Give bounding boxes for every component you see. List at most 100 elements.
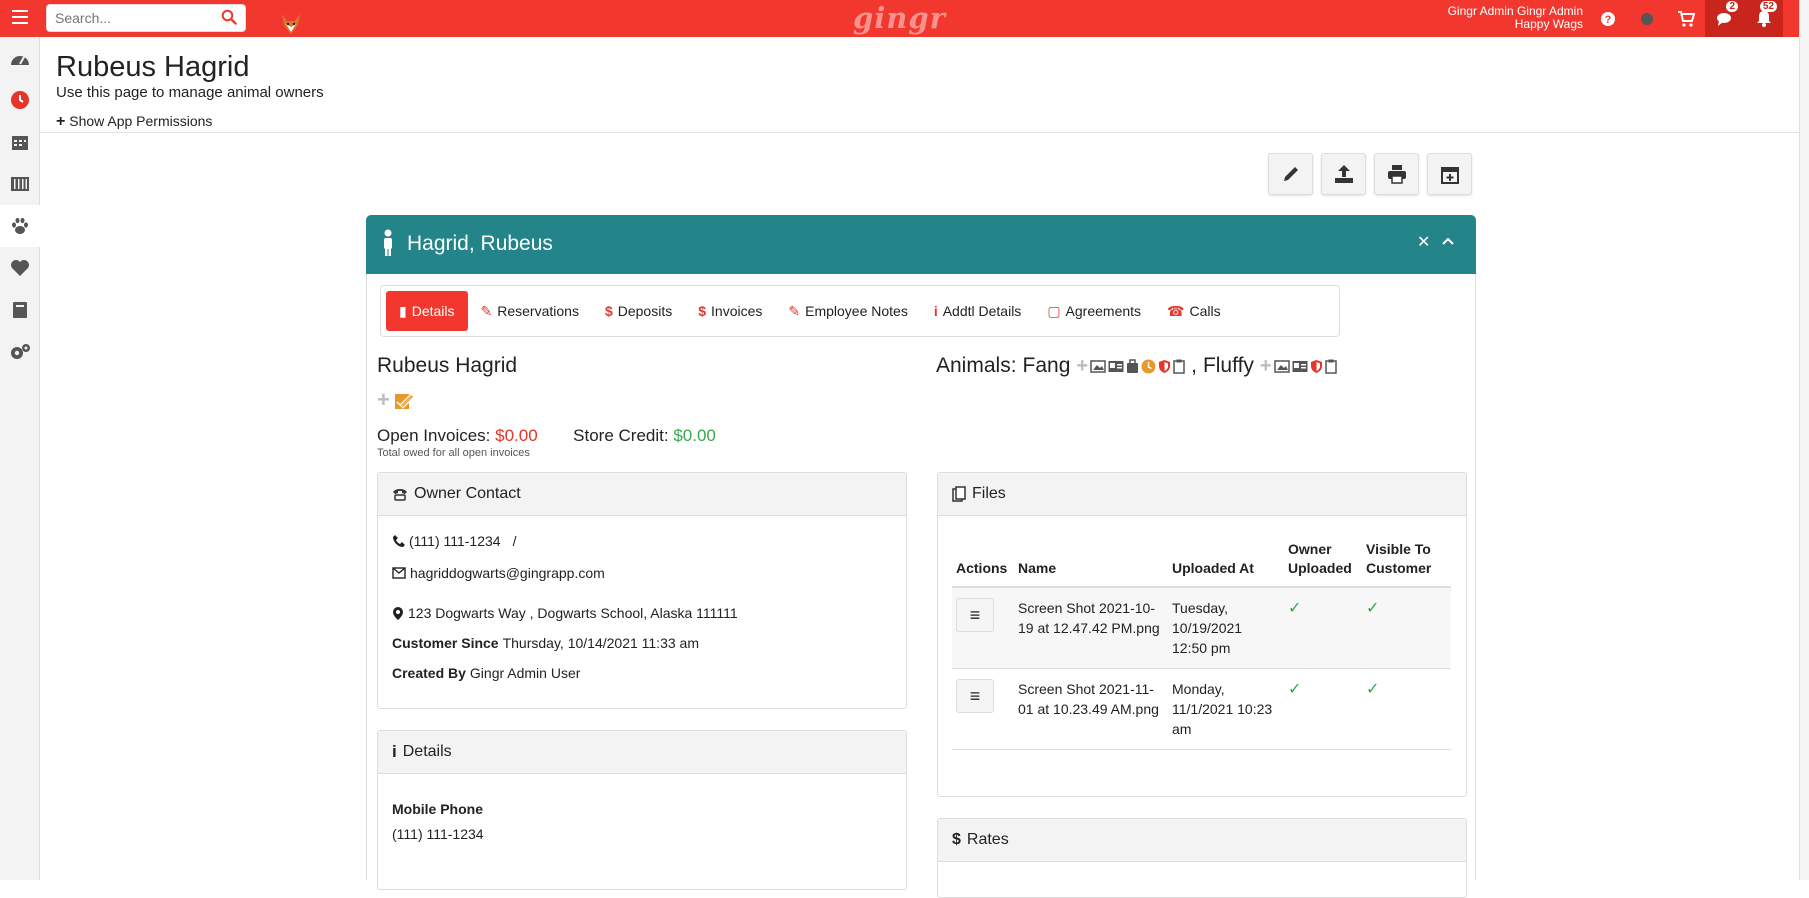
page-header: Rubeus Hagrid Use this page to manage an…: [40, 37, 1799, 133]
rates-title: Rates: [966, 831, 1009, 848]
scrollbar[interactable]: [1799, 0, 1809, 880]
file-name-cell[interactable]: Screen Shot 2021-10-19 at 12.47.42 PM.pn…: [1014, 587, 1168, 669]
sidebar-item-barcode[interactable]: [0, 163, 40, 205]
owner-panel-title: Hagrid, Rubeus: [407, 232, 553, 255]
person-icon: [382, 229, 394, 262]
gingr-logo[interactable]: gingr: [853, 1, 946, 35]
cart-icon[interactable]: [1666, 0, 1705, 37]
column-header[interactable]: Visible To Customer: [1362, 536, 1451, 588]
help-icon[interactable]: ?: [1588, 0, 1627, 37]
sidebar-item-calendar[interactable]: [0, 121, 40, 163]
files-icon: [952, 486, 966, 502]
tab-label: Invoices: [711, 303, 763, 319]
user-info[interactable]: Gingr Admin Gingr Admin Happy Wags: [1448, 5, 1583, 31]
file-name-cell[interactable]: Screen Shot 2021-11-01 at 10.23.49 AM.pn…: [1014, 668, 1168, 750]
owner-actions: [1268, 153, 1472, 195]
clipboard-icon: [1173, 359, 1185, 374]
status-dot-icon[interactable]: [1627, 0, 1666, 37]
hamburger-menu-icon[interactable]: [8, 6, 32, 30]
book-icon: [13, 302, 27, 318]
row-menu-icon[interactable]: ≡: [956, 598, 994, 632]
add-icon[interactable]: +: [377, 389, 390, 411]
plus-icon: +: [56, 113, 66, 130]
owner-tabs: ▮ Details ✎ Reservations $ Deposits $ Invoic…: [380, 285, 1340, 337]
check-icon: ✓: [1288, 681, 1302, 698]
open-invoices-value[interactable]: $0.00: [495, 426, 538, 445]
sidebar-item-clock[interactable]: [0, 79, 40, 121]
check-icon: ✓: [1366, 600, 1380, 617]
tab-agreements[interactable]: ▢ Agreements: [1034, 291, 1154, 331]
phone-icon: ☎: [1167, 302, 1185, 319]
sidebar-item-dashboard[interactable]: [0, 37, 40, 79]
edit-icon: ✎: [480, 302, 493, 319]
tab-label: Deposits: [617, 303, 673, 319]
tab-deposits[interactable]: $ Deposits: [592, 291, 685, 331]
animal-link[interactable]: Fluffy: [1203, 354, 1254, 378]
shield-icon: [1310, 359, 1322, 373]
animal-link[interactable]: Fang: [1023, 354, 1071, 378]
print-button[interactable]: [1374, 153, 1419, 195]
phone-separator: /: [512, 533, 517, 549]
column-header[interactable]: Name: [1014, 536, 1168, 588]
info-icon: i: [933, 303, 938, 319]
telephone-icon: [392, 487, 408, 501]
bell-icon[interactable]: 52: [1744, 0, 1783, 37]
animal-fluffy-icons: +: [1260, 355, 1337, 378]
column-header[interactable]: Actions: [952, 536, 1014, 588]
created-by-label: Created By: [392, 665, 466, 681]
tab-employee-notes[interactable]: ✎ Employee Notes: [775, 291, 920, 331]
show-permissions-link[interactable]: + Show App Permissions: [56, 113, 212, 131]
upload-button[interactable]: [1321, 153, 1366, 195]
sign-document-icon[interactable]: [394, 390, 416, 410]
sidebar-item-reports[interactable]: [0, 289, 40, 331]
bag-icon: [1127, 358, 1139, 373]
search-icon[interactable]: [221, 9, 237, 30]
owner-contact-card: Owner Contact (111) 111-1234 / hagriddog…: [377, 472, 907, 709]
edit-owner-button[interactable]: [1268, 153, 1313, 195]
search-input[interactable]: [55, 8, 215, 28]
row-menu-icon[interactable]: ≡: [956, 679, 994, 713]
column-header[interactable]: Uploaded At: [1168, 536, 1284, 588]
animals-label: Animals:: [936, 354, 1017, 377]
tab-invoices[interactable]: $ Invoices: [685, 291, 775, 331]
collapse-chevron-icon[interactable]: [1442, 232, 1454, 250]
store-credit-value: $0.00: [673, 426, 716, 445]
close-icon[interactable]: ✕: [1417, 232, 1430, 252]
owner-panel-header: Hagrid, Rubeus ✕: [366, 215, 1476, 274]
column-header[interactable]: Owner Uploaded: [1284, 536, 1362, 588]
files-table: Actions Name Uploaded At Owner Uploaded …: [952, 536, 1451, 750]
phone-link[interactable]: (111) 111-1234: [409, 533, 501, 549]
files-header: Files: [938, 473, 1466, 516]
top-icons: ? 2 52: [1588, 0, 1783, 37]
mobile-phone-label: Mobile Phone: [392, 801, 483, 817]
tab-reservations[interactable]: ✎ Reservations: [468, 291, 592, 331]
open-invoices-label: Open Invoices:: [377, 426, 491, 445]
email-link[interactable]: hagriddogwarts@gingrapp.com: [410, 565, 605, 581]
fox-mascot-icon: [280, 12, 302, 36]
animals-list: Animals: Fang + , Fluffy +: [936, 354, 1337, 378]
sidebar-item-favorites[interactable]: [0, 247, 40, 289]
tab-calls[interactable]: ☎ Calls: [1154, 291, 1234, 331]
add-icon[interactable]: +: [1076, 355, 1088, 378]
sidebar-item-settings[interactable]: [0, 331, 40, 373]
check-icon: ✓: [1366, 681, 1380, 698]
clipboard-icon: [1324, 359, 1337, 374]
sidebar-item-owners[interactable]: [0, 205, 40, 247]
address-link[interactable]: 123 Dogwarts Way , Dogwarts School, Alas…: [408, 605, 738, 621]
tab-label: Details: [411, 303, 455, 319]
actions-cell: ≡: [952, 587, 1014, 669]
chat-icon[interactable]: 2: [1705, 0, 1744, 37]
animal-separator: ,: [1191, 354, 1197, 377]
clock-alert-icon: [1141, 359, 1156, 373]
tab-label: Reservations: [497, 303, 579, 319]
actions-cell: ≡: [952, 668, 1014, 750]
add-icon[interactable]: +: [1260, 355, 1272, 378]
pencil-icon: ✎: [788, 302, 801, 319]
barcode-icon: [11, 177, 29, 191]
invoice-note: Total owed for all open invoices: [377, 447, 530, 459]
tab-addtl-details[interactable]: i Addtl Details: [921, 291, 1034, 331]
add-reservation-button[interactable]: [1427, 153, 1472, 195]
tab-details[interactable]: ▮ Details: [386, 291, 468, 331]
owner-contact-title: Owner Contact: [414, 485, 521, 502]
upload-icon: [1334, 165, 1353, 183]
